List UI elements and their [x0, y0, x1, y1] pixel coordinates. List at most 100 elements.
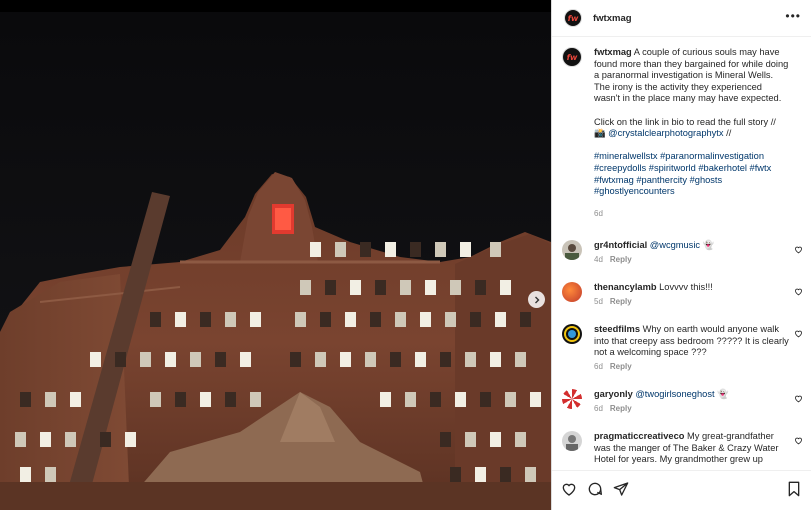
- building-window: [15, 432, 26, 447]
- comment-heart-icon[interactable]: [794, 287, 803, 296]
- post-header: fw fwtxmag •••: [552, 0, 811, 37]
- building-window: [240, 352, 251, 367]
- building-window: [345, 312, 356, 327]
- building-window: [490, 242, 501, 257]
- building-window: [460, 242, 471, 257]
- reply-button[interactable]: Reply: [610, 404, 632, 413]
- comment-time: 6d: [594, 361, 603, 371]
- building-window: [70, 392, 81, 407]
- building-window: [475, 467, 486, 482]
- striped-avatar-icon[interactable]: [562, 389, 582, 409]
- comments-list[interactable]: fw fwtxmag A couple of curious souls may…: [552, 38, 811, 468]
- person-avatar-icon[interactable]: [562, 431, 582, 451]
- comment-heart-icon[interactable]: [794, 436, 803, 445]
- ring-logo-icon: [564, 326, 580, 342]
- comment-heart-icon[interactable]: [794, 245, 803, 254]
- building-window: [400, 280, 411, 295]
- reply-button[interactable]: Reply: [610, 362, 632, 371]
- building-window: [375, 280, 386, 295]
- building-window: [45, 467, 56, 482]
- building-window: [320, 312, 331, 327]
- author-avatar[interactable]: fw: [564, 9, 582, 27]
- building-window: [435, 242, 446, 257]
- caption-mention[interactable]: @crystalclearphotographytx: [608, 128, 723, 138]
- comment-mention[interactable]: @wcgmusic: [650, 240, 700, 250]
- author-username[interactable]: fwtxmag: [593, 13, 632, 24]
- building-window: [405, 392, 416, 407]
- comment-time: 6d: [594, 403, 603, 413]
- share-icon[interactable]: [613, 481, 629, 497]
- building-window: [465, 352, 476, 367]
- comment-text: Lovvvv this!!!: [659, 282, 713, 292]
- reply-button[interactable]: Reply: [610, 297, 632, 306]
- comment-text: 👻: [700, 240, 715, 250]
- building-window: [455, 392, 466, 407]
- building-window: [250, 392, 261, 407]
- person-photo-icon: [565, 244, 579, 260]
- building-window: [65, 432, 76, 447]
- comment-username[interactable]: garyonly: [594, 389, 633, 399]
- building-window: [395, 312, 406, 327]
- building-window: [490, 352, 501, 367]
- caption-body: fwtxmag A couple of curious souls may ha…: [594, 47, 789, 219]
- building-window: [45, 392, 56, 407]
- building-window: [190, 352, 201, 367]
- building-window: [125, 432, 136, 447]
- building-window: [500, 280, 511, 295]
- building-window: [450, 467, 461, 482]
- building-window: [40, 432, 51, 447]
- heart-icon[interactable]: [561, 481, 577, 497]
- comment-mention[interactable]: @twogirlsoneghost: [635, 389, 714, 399]
- comment-heart-icon[interactable]: [794, 394, 803, 403]
- orange-avatar-icon[interactable]: [562, 282, 582, 302]
- building-window: [440, 352, 451, 367]
- top-black-bar: [0, 0, 553, 12]
- camera-emoji: 📸: [594, 128, 606, 139]
- caption-hashtags[interactable]: #mineralwellstx #paranormalinvestigation…: [594, 151, 789, 197]
- building-window: [365, 352, 376, 367]
- comment-time: 4d: [594, 254, 603, 264]
- fw-logo-icon: fw: [567, 13, 579, 23]
- building-window: [480, 392, 491, 407]
- building-window: [515, 432, 526, 447]
- caption-avatar[interactable]: fw: [562, 47, 582, 67]
- building-window: [200, 312, 211, 327]
- building-window: [360, 242, 371, 257]
- building-window: [530, 392, 541, 407]
- building-window: [525, 467, 536, 482]
- building-window: [310, 242, 321, 257]
- more-options-icon[interactable]: •••: [785, 10, 801, 22]
- comment-username[interactable]: thenancylamb: [594, 282, 657, 292]
- comment-row: pragmaticcreativeco My great-grandfather…: [562, 431, 811, 466]
- post-side-panel: fw fwtxmag ••• fw fwtxmag A couple of cu…: [552, 0, 811, 510]
- building-window: [440, 432, 451, 447]
- building-window: [430, 392, 441, 407]
- comment-username[interactable]: steedfilms: [594, 324, 640, 334]
- building-window: [470, 312, 481, 327]
- ring-avatar-icon[interactable]: [562, 324, 582, 344]
- building-window: [505, 392, 516, 407]
- building-window: [340, 352, 351, 367]
- next-photo-button[interactable]: [528, 291, 545, 308]
- comment-username[interactable]: pragmaticcreativeco: [594, 431, 684, 441]
- building-window: [380, 392, 391, 407]
- building-window: [150, 392, 161, 407]
- comment-icon[interactable]: [587, 481, 603, 497]
- building-window: [165, 352, 176, 367]
- building-window: [300, 280, 311, 295]
- comment-heart-icon[interactable]: [794, 329, 803, 338]
- building-window: [20, 467, 31, 482]
- building-window: [335, 242, 346, 257]
- post-photo[interactable]: [0, 12, 551, 510]
- building-window: [475, 280, 486, 295]
- caption-username[interactable]: fwtxmag: [594, 47, 632, 57]
- comment-text: 👻: [714, 389, 729, 399]
- building-window: [140, 352, 151, 367]
- person-avatar-icon[interactable]: [562, 240, 582, 260]
- bookmark-icon[interactable]: [786, 481, 802, 497]
- building-window: [250, 312, 261, 327]
- building-window: [350, 280, 361, 295]
- comment-username[interactable]: gr4ntofficial: [594, 240, 647, 250]
- building-window: [420, 312, 431, 327]
- reply-button[interactable]: Reply: [610, 255, 632, 264]
